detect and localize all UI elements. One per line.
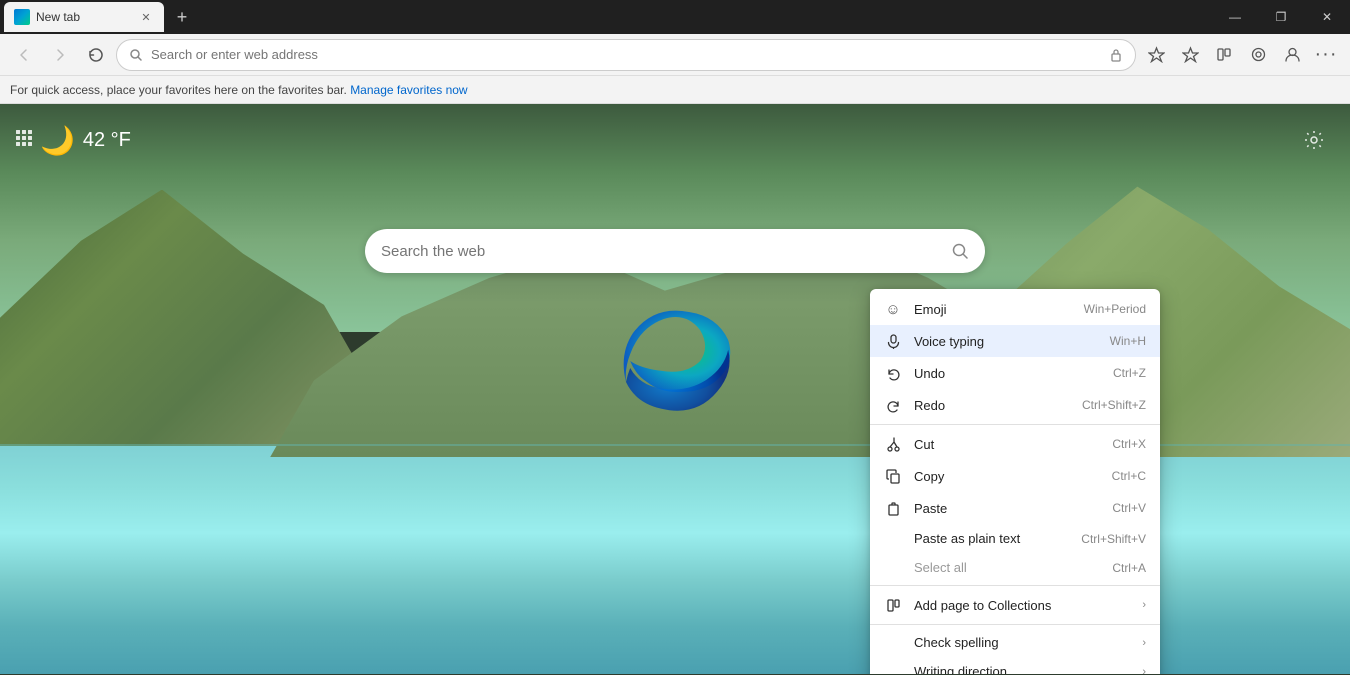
emoji-label: Emoji [914,302,1072,317]
page-settings-button[interactable] [1298,124,1330,156]
weather-temp: 42 °F [83,129,131,152]
window-controls: — ❐ ✕ [1212,0,1350,34]
writing-direction-arrow: › [1142,666,1146,675]
voice-typing-icon [884,332,902,350]
separator-3 [870,624,1160,625]
menu-item-voice-typing[interactable]: Voice typing Win+H [870,325,1160,357]
restore-button[interactable]: ❐ [1258,0,1304,34]
back-button[interactable] [8,39,40,71]
paste-icon [884,499,902,517]
redo-icon [884,396,902,414]
title-bar: New tab ✕ + — ❐ ✕ [0,0,1350,34]
profile-button[interactable] [1276,39,1308,71]
search-icon [129,48,143,62]
check-spelling-label: Check spelling [914,635,1130,650]
add-favorites-button[interactable] [1174,39,1206,71]
search-box[interactable] [365,229,985,273]
emoji-shortcut: Win+Period [1084,302,1146,316]
tab-close-button[interactable]: ✕ [138,9,154,25]
copilot-button[interactable] [1242,39,1274,71]
menu-item-writing-direction[interactable]: Writing direction › [870,657,1160,674]
tab-favicon [14,9,30,25]
cut-icon [884,435,902,453]
context-menu: ☺ Emoji Win+Period Voice typing Win+H Un… [870,289,1160,674]
copy-shortcut: Ctrl+C [1112,469,1146,483]
menu-item-select-all[interactable]: Select all Ctrl+A [870,553,1160,582]
address-input[interactable] [151,47,1101,62]
select-all-shortcut: Ctrl+A [1112,561,1146,575]
tab-title: New tab [36,10,132,24]
menu-item-emoji[interactable]: ☺ Emoji Win+Period [870,293,1160,325]
tab-bar: New tab ✕ + [4,0,1212,34]
toolbar-actions: ··· [1140,39,1342,71]
lock-icon [1109,48,1123,62]
menu-item-check-spelling[interactable]: Check spelling › [870,628,1160,657]
paste-shortcut: Ctrl+V [1112,501,1146,515]
copy-icon [884,467,902,485]
check-spelling-arrow: › [1142,637,1146,649]
copy-label: Copy [914,469,1100,484]
undo-label: Undo [914,366,1101,381]
paste-plain-label: Paste as plain text [914,531,1069,546]
select-all-label: Select all [914,560,1100,575]
emoji-icon: ☺ [884,300,902,318]
collections-label: Add page to Collections [914,598,1130,613]
refresh-button[interactable] [80,39,112,71]
voice-typing-shortcut: Win+H [1110,334,1146,348]
cut-label: Cut [914,437,1100,452]
manage-favorites-link[interactable]: Manage favorites now [350,83,467,97]
menu-item-collections[interactable]: Add page to Collections › [870,589,1160,621]
search-submit-icon[interactable] [951,242,969,260]
active-tab[interactable]: New tab ✕ [4,2,164,32]
undo-icon [884,364,902,382]
redo-shortcut: Ctrl+Shift+Z [1082,398,1146,412]
separator-1 [870,424,1160,425]
menu-item-cut[interactable]: Cut Ctrl+X [870,428,1160,460]
favorites-button[interactable] [1140,39,1172,71]
search-input[interactable] [381,243,951,260]
minimize-button[interactable]: — [1212,0,1258,34]
weather-widget: 🌙 42 °F [40,124,131,157]
cut-shortcut: Ctrl+X [1112,437,1146,451]
writing-direction-label: Writing direction [914,664,1130,674]
collections-button[interactable] [1208,39,1240,71]
menu-item-paste-plain[interactable]: Paste as plain text Ctrl+Shift+V [870,524,1160,553]
collections-arrow: › [1142,599,1146,611]
favorites-bar-message: For quick access, place your favorites h… [10,83,347,97]
menu-item-paste[interactable]: Paste Ctrl+V [870,492,1160,524]
separator-2 [870,585,1160,586]
new-tab-button[interactable]: + [168,3,196,31]
toolbar: ··· [0,34,1350,76]
forward-button[interactable] [44,39,76,71]
settings-menu-button[interactable]: ··· [1310,39,1342,71]
address-bar[interactable] [116,39,1136,71]
grid-icon[interactable] [10,124,38,152]
favorites-bar: For quick access, place your favorites h… [0,76,1350,104]
redo-label: Redo [914,398,1070,413]
edge-logo [605,291,745,431]
paste-plain-shortcut: Ctrl+Shift+V [1081,532,1146,546]
paste-label: Paste [914,501,1100,516]
weather-icon: 🌙 [40,124,75,157]
menu-item-redo[interactable]: Redo Ctrl+Shift+Z [870,389,1160,421]
new-tab-page: 🌙 42 °F [0,104,1350,674]
close-button[interactable]: ✕ [1304,0,1350,34]
menu-item-undo[interactable]: Undo Ctrl+Z [870,357,1160,389]
collections-icon [884,596,902,614]
voice-typing-label: Voice typing [914,334,1098,349]
undo-shortcut: Ctrl+Z [1113,366,1146,380]
menu-item-copy[interactable]: Copy Ctrl+C [870,460,1160,492]
